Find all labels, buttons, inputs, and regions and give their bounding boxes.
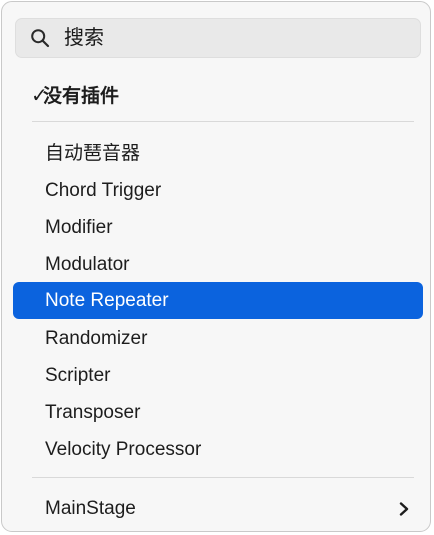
menu-item-label: MainStage [45,498,136,519]
menu-item-scripter[interactable]: Scripter [13,357,423,394]
menu-item-note-repeater[interactable]: Note Repeater [13,282,423,319]
menu-item-label: Chord Trigger [45,180,162,201]
menu-item-mainstage-submenu[interactable]: MainStage [13,490,423,527]
menu-item-chord-trigger[interactable]: Chord Trigger [13,172,423,209]
plugin-menu: 搜索 ✓ 没有插件 自动琶音器 Chord Trigger Modifier M… [1,1,431,532]
menu-item-label: Transposer [45,402,141,423]
menu-item-no-plugin[interactable]: ✓ 没有插件 [13,78,423,115]
menu-item-label: Velocity Processor [45,439,202,460]
menu-item-label: Modulator [45,254,130,275]
search-input[interactable]: 搜索 [15,18,421,58]
menu-divider [32,121,414,122]
menu-item-velocity-processor[interactable]: Velocity Processor [13,431,423,468]
menu-item-transposer[interactable]: Transposer [13,394,423,431]
search-icon [31,29,50,48]
menu-item-modulator[interactable]: Modulator [13,246,423,283]
menu-item-label: 没有插件 [43,86,120,107]
menu-item-modifier[interactable]: Modifier [13,209,423,246]
menu-item-label: Randomizer [45,328,148,349]
menu-item-arpeggiator[interactable]: 自动琶音器 [13,135,423,172]
menu-item-label: Note Repeater [45,290,169,311]
menu-divider [32,477,414,478]
search-placeholder: 搜索 [64,27,104,49]
menu-item-randomizer[interactable]: Randomizer [13,320,423,357]
menu-item-label: 自动琶音器 [45,143,141,164]
chevron-right-icon [399,502,409,516]
menu-item-label: Modifier [45,217,113,238]
menu-item-label: Scripter [45,365,111,386]
